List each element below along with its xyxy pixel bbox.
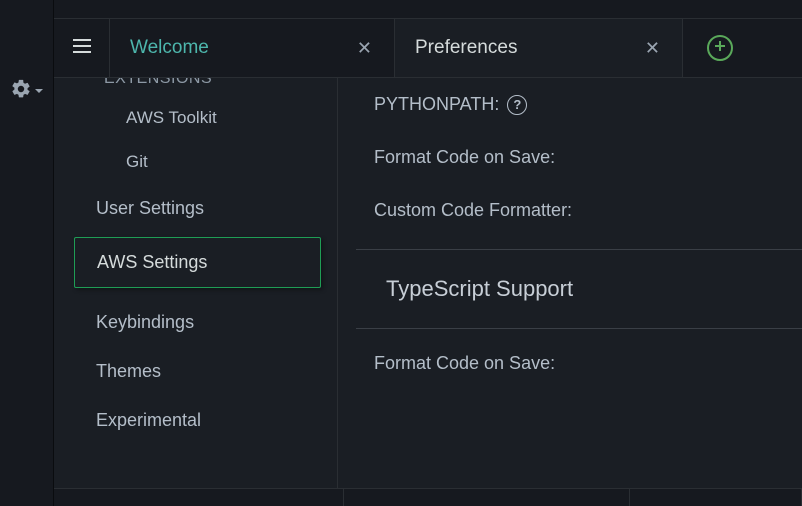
- preferences-sidebar: EXTENSIONS AWS Toolkit Git User Settings…: [54, 78, 338, 506]
- tab-label: Preferences: [415, 37, 517, 59]
- settings-gear-dropdown[interactable]: [10, 78, 44, 105]
- hamburger-icon: [72, 38, 92, 59]
- sidebar-item-aws-toolkit[interactable]: AWS Toolkit: [54, 96, 337, 140]
- status-cell[interactable]: [630, 489, 802, 506]
- section-typescript-support: TypeScript Support: [356, 249, 802, 329]
- setting-format-code-on-save: Format Code on Save:: [338, 131, 802, 184]
- status-bar: [54, 488, 802, 506]
- tab-label: Welcome: [130, 37, 209, 59]
- top-spacer: [54, 0, 802, 18]
- status-cell[interactable]: [54, 489, 344, 506]
- close-icon[interactable]: ✕: [353, 39, 376, 57]
- close-icon[interactable]: ✕: [641, 39, 664, 57]
- sidebar-item-keybindings[interactable]: Keybindings: [54, 298, 337, 347]
- tab-preferences[interactable]: Preferences ✕: [395, 19, 683, 77]
- new-tab-button[interactable]: [707, 35, 733, 61]
- sidebar-item-aws-settings[interactable]: AWS Settings: [74, 237, 321, 288]
- preferences-panel: PYTHONPATH: ? Format Code on Save: Custo…: [338, 78, 802, 506]
- setting-label: Format Code on Save:: [374, 353, 555, 374]
- sidebar-section-extensions: EXTENSIONS: [54, 78, 337, 96]
- plus-icon: [714, 39, 726, 57]
- help-icon[interactable]: ?: [507, 95, 527, 115]
- sidebar-item-git[interactable]: Git: [54, 140, 337, 184]
- sidebar-item-experimental[interactable]: Experimental: [54, 396, 337, 445]
- caret-down-icon: [34, 83, 44, 101]
- setting-label: PYTHONPATH:: [374, 94, 499, 115]
- setting-label: Format Code on Save:: [374, 147, 555, 168]
- setting-format-code-on-save-ts: Format Code on Save:: [338, 337, 802, 390]
- tab-welcome[interactable]: Welcome ✕: [110, 19, 395, 77]
- setting-label: Custom Code Formatter:: [374, 200, 572, 221]
- gear-icon: [10, 78, 32, 105]
- tab-plus-area: [683, 19, 802, 77]
- sidebar-item-themes[interactable]: Themes: [54, 347, 337, 396]
- tab-menu-button[interactable]: [54, 19, 110, 77]
- sidebar-item-user-settings[interactable]: User Settings: [54, 184, 337, 233]
- activity-bar: [0, 0, 54, 506]
- tab-bar: Welcome ✕ Preferences ✕: [54, 18, 802, 78]
- status-cell[interactable]: [344, 489, 630, 506]
- setting-pythonpath: PYTHONPATH: ?: [338, 78, 802, 131]
- setting-custom-code-formatter: Custom Code Formatter:: [338, 184, 802, 237]
